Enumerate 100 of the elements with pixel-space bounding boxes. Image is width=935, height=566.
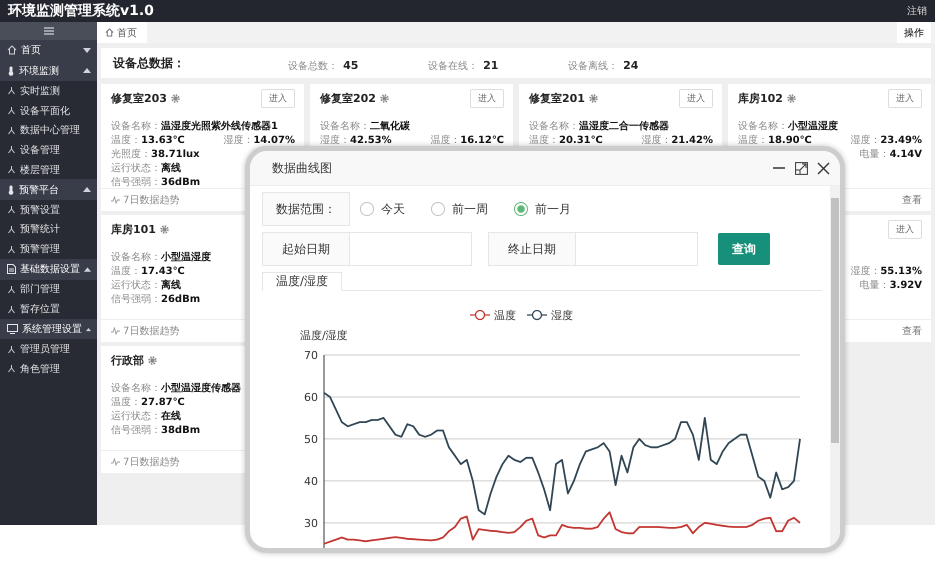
view-link[interactable]: 查看	[902, 193, 922, 207]
legend-item[interactable]: 湿度	[527, 309, 573, 322]
nav-item[interactable]: 实时监测	[0, 81, 97, 101]
stat-value: 24	[623, 58, 638, 72]
nav-group[interactable]: 首页	[0, 40, 97, 60]
trend-link[interactable]: 7日数据趋势	[111, 193, 180, 207]
enter-button[interactable]: 进入	[679, 88, 713, 108]
field-value: 26dBm	[161, 294, 200, 304]
field-label: 设备名称：	[111, 120, 161, 132]
thermometer-icon	[7, 66, 15, 76]
field-value: 18.90℃	[768, 134, 812, 146]
nav-group[interactable]: 系统管理设置	[0, 318, 97, 340]
logout-link[interactable]: 注销	[907, 4, 927, 18]
nav-group[interactable]: 预警平台	[0, 179, 97, 200]
view-link[interactable]: 查看	[902, 324, 922, 338]
legend-item[interactable]: 温度	[470, 309, 516, 322]
menu-icon	[44, 27, 54, 35]
branch-icon	[7, 86, 16, 96]
field-label: 湿度：	[223, 134, 254, 146]
scrollbar[interactable]	[830, 186, 840, 548]
field-value: 17.43℃	[141, 266, 185, 276]
field-value: 27.87℃	[141, 396, 185, 408]
legend-label: 湿度	[551, 309, 573, 322]
home-icon	[105, 28, 114, 37]
nav-group-label: 预警平台	[19, 184, 60, 197]
field-label: 温度：	[529, 134, 559, 146]
branch-icon	[7, 344, 16, 354]
gear-icon	[160, 224, 169, 234]
range-radio[interactable]: 前一月	[514, 200, 571, 218]
nav-item[interactable]: 预警统计	[0, 220, 97, 240]
nav-item[interactable]: 设备管理	[0, 140, 97, 160]
field-label: 设备名称：	[529, 120, 579, 132]
field-label: 湿度：	[641, 134, 672, 146]
page-tab[interactable]: 首页	[97, 22, 147, 43]
field-label: 湿度：	[850, 134, 880, 146]
field-value: 3.92V	[890, 280, 922, 290]
branch-icon	[7, 126, 16, 135]
nav-item[interactable]: 角色管理	[0, 359, 97, 379]
nav-item[interactable]: 预警管理	[0, 239, 97, 259]
stat-label: 设备离线：	[568, 60, 618, 72]
nav-group[interactable]: 环境监测	[0, 60, 97, 81]
field-value: 21.42%	[671, 134, 713, 146]
trend-link[interactable]: 7日数据趋势	[111, 324, 180, 338]
branch-icon	[7, 364, 16, 374]
nav-group[interactable]: 基础数据设置	[0, 259, 97, 280]
home-icon	[7, 45, 17, 56]
enter-button[interactable]: 进入	[470, 88, 504, 108]
field-label: 湿度：	[850, 266, 880, 276]
summary-title: 设备总数据：	[113, 54, 186, 72]
enter-button[interactable]: 进入	[888, 220, 922, 238]
tick-label: 30	[304, 516, 318, 530]
nav-item[interactable]: 楼层管理	[0, 160, 97, 180]
field-label: 光照度：	[111, 148, 151, 160]
enter-button[interactable]: 进入	[888, 88, 922, 108]
field-label: 设备名称：	[738, 120, 788, 132]
query-button[interactable]: 查询	[718, 233, 770, 265]
branch-icon	[7, 244, 16, 254]
close-icon[interactable]	[817, 162, 830, 174]
field-value: 4.14V	[890, 148, 922, 160]
nav-item[interactable]: 部门管理	[0, 280, 97, 300]
tick-label: 50	[304, 432, 318, 446]
field-value: 在线	[161, 410, 181, 422]
nav-item[interactable]: 预警设置	[0, 200, 97, 220]
trend-link[interactable]: 7日数据趋势	[111, 455, 180, 469]
nav-item[interactable]: 暂存位置	[0, 299, 97, 319]
branch-icon	[7, 165, 16, 174]
maximize-icon[interactable]	[795, 162, 808, 174]
app-title: 环境监测管理系统v1.0	[8, 2, 154, 20]
field-value: 二氧化碳	[370, 120, 410, 132]
range-radio[interactable]: 前一周	[431, 200, 488, 218]
nav-item[interactable]: 数据中心管理	[0, 120, 97, 140]
actions-button[interactable]: 操作	[897, 22, 931, 43]
device-name: 库房101	[111, 222, 156, 236]
field-label: 设备名称：	[320, 120, 370, 132]
field-label: 温度：	[430, 134, 460, 146]
field-value: 16.12℃	[460, 134, 504, 146]
field-label: 湿度：	[320, 134, 350, 146]
nav-item[interactable]: 设备平面化	[0, 100, 97, 120]
range-label: 数据范围：	[262, 192, 350, 226]
branch-icon	[7, 145, 16, 154]
field-value: 23.49%	[880, 134, 922, 146]
range-radio[interactable]: 今天	[360, 200, 405, 218]
branch-icon	[7, 205, 16, 214]
gear-icon	[148, 356, 157, 364]
field-value: 55.13%	[880, 266, 922, 276]
nav-group-label: 首页	[21, 44, 42, 58]
stat-label: 设备在线：	[428, 60, 478, 72]
field-label: 设备名称：	[111, 252, 161, 262]
field-value: 36dBm	[161, 176, 200, 188]
field-label: 信号强弱：	[111, 424, 161, 436]
sidebar-toggle[interactable]	[0, 22, 97, 40]
field-label: 温度：	[111, 134, 141, 146]
field-label: 温度：	[111, 266, 141, 276]
field-label: 信号强弱：	[111, 294, 161, 304]
pulse-icon	[111, 196, 120, 204]
nav-item[interactable]: 管理员管理	[0, 339, 97, 360]
enter-button[interactable]: 进入	[261, 88, 295, 108]
thermometer-icon	[7, 184, 15, 195]
stat-value: 45	[343, 58, 358, 72]
chart-tab[interactable]: 温度/湿度	[262, 272, 342, 291]
